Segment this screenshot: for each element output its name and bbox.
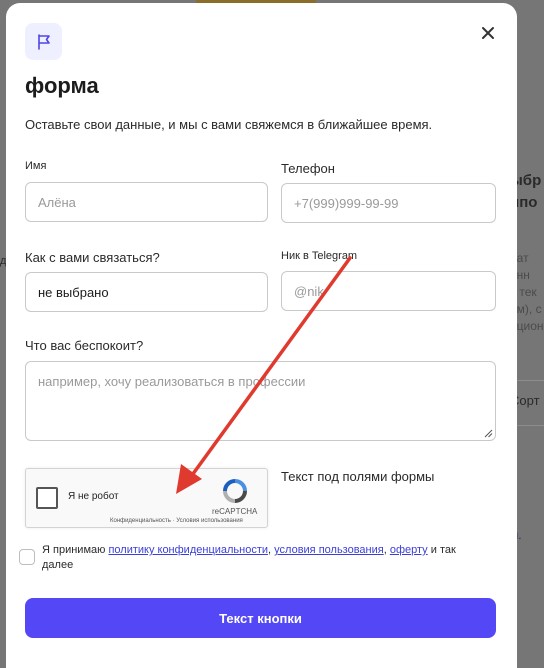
close-button[interactable] xyxy=(476,21,500,45)
telegram-label: Ник в Telegram xyxy=(281,250,358,262)
name-label: Имя xyxy=(25,160,47,172)
offer-link[interactable]: оферту xyxy=(390,544,428,556)
name-field-wrapper xyxy=(25,182,268,222)
terms-of-use-link[interactable]: условия пользования xyxy=(274,544,384,556)
recaptcha-logo-icon xyxy=(223,479,247,503)
telegram-input[interactable] xyxy=(294,283,483,299)
form-modal: форма Оставьте свои данные, и мы с вами … xyxy=(6,3,517,668)
flag-icon xyxy=(37,33,50,50)
form-subtitle: Оставьте свои данные, и мы с вами свяжем… xyxy=(25,117,433,132)
name-input[interactable] xyxy=(38,194,255,210)
privacy-policy-link[interactable]: политику конфиденциальности xyxy=(108,544,268,556)
recaptcha-label: Я не робот xyxy=(68,491,119,502)
logo xyxy=(25,23,62,60)
submit-button[interactable]: Текст кнопки xyxy=(25,598,496,638)
phone-field-wrapper xyxy=(281,183,496,223)
phone-input[interactable] xyxy=(294,195,483,211)
consent-prefix: Я принимаю xyxy=(42,544,109,556)
consent-checkbox[interactable] xyxy=(19,549,35,565)
contact-method-select[interactable]: не выбрано xyxy=(25,272,268,312)
concern-field-wrapper xyxy=(25,361,496,441)
contact-method-label: Как с вами связаться? xyxy=(25,250,160,265)
recaptcha-brand: reCAPTCHA xyxy=(212,507,258,516)
recaptcha-terms-link[interactable]: Конфиденциальность · Условия использован… xyxy=(110,518,243,524)
page-title: форма xyxy=(25,73,99,98)
telegram-field-wrapper xyxy=(281,271,496,311)
concern-textarea[interactable] xyxy=(38,374,483,428)
concern-label: Что вас беспокоит? xyxy=(25,338,144,353)
recaptcha-checkbox[interactable] xyxy=(36,487,58,509)
consent-text: Я принимаю политику конфиденциальности, … xyxy=(42,543,482,573)
phone-label: Телефон xyxy=(281,161,335,176)
recaptcha-widget: Я не робот reCAPTCHA Конфиденциальность … xyxy=(25,468,268,528)
close-icon xyxy=(482,27,494,39)
form-hint: Текст под полями формы xyxy=(281,469,435,484)
resize-grip-icon[interactable] xyxy=(484,429,493,438)
contact-method-value: не выбрано xyxy=(38,284,109,300)
